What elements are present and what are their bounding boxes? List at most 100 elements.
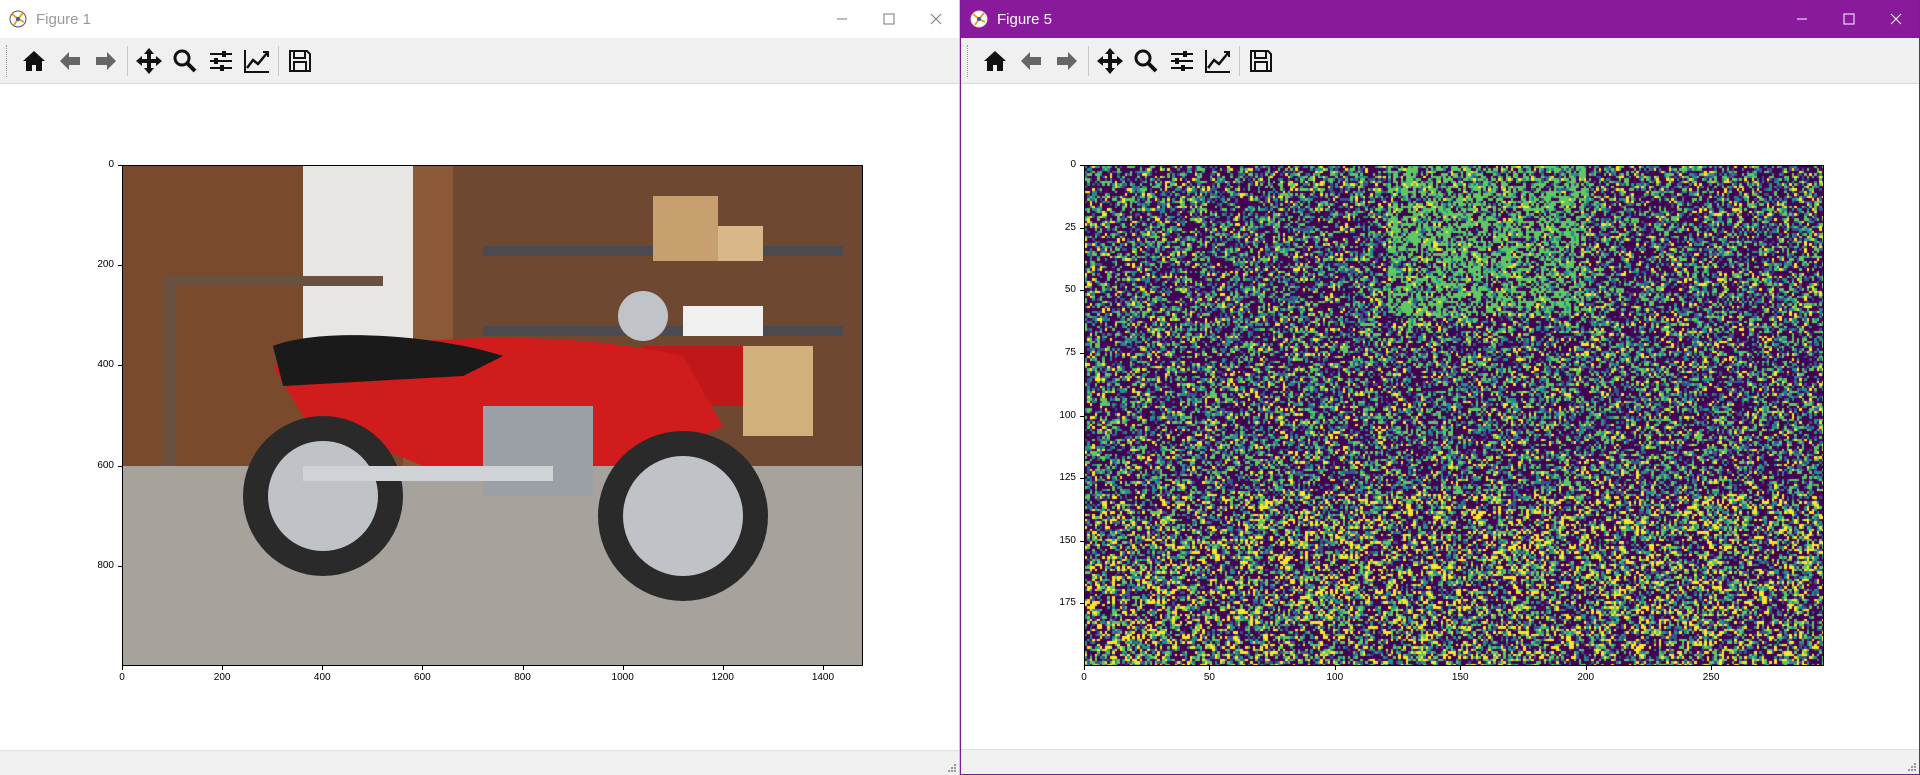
forward-button[interactable] (88, 43, 124, 79)
x-tick-mark (222, 666, 224, 670)
resize-grip-icon[interactable] (946, 762, 956, 772)
y-tick-label: 800 (97, 559, 114, 571)
figure-5-window: Figure 5 0 25 50 75 100 125 150 175 0 50… (960, 0, 1920, 775)
y-tick-label: 125 (1059, 472, 1076, 484)
configure-subplots-icon (210, 50, 232, 71)
x-tick-label: 1400 (811, 672, 835, 683)
edit-axis-button[interactable] (239, 43, 275, 79)
back-arrow-icon (1021, 51, 1041, 70)
home-button[interactable] (977, 43, 1013, 79)
edge-heatmap-image (1085, 166, 1823, 665)
pan-button[interactable] (1092, 43, 1128, 79)
window-title: Figure 5 (997, 10, 1053, 28)
y-tick-label: 100 (1059, 409, 1076, 421)
toolbar-grip[interactable] (6, 44, 10, 77)
home-icon (984, 50, 1006, 71)
figure-1-titlebar[interactable]: Figure 1 (0, 0, 959, 38)
y-tick-label: 600 (97, 459, 114, 471)
toolbar-grip[interactable] (967, 44, 971, 77)
y-tick-label: 150 (1059, 534, 1076, 546)
back-button[interactable] (1013, 43, 1049, 79)
x-tick-mark (722, 666, 724, 670)
forward-arrow-icon (1057, 51, 1077, 70)
minimize-button[interactable] (818, 0, 865, 38)
y-tick-label: 75 (1064, 346, 1076, 358)
x-tick-label: 50 (1203, 672, 1215, 683)
save-button[interactable] (1243, 43, 1279, 79)
edit-axis-icon (1205, 49, 1230, 73)
resize-grip-icon[interactable] (1906, 761, 1916, 771)
maximize-button[interactable] (1825, 0, 1872, 38)
figure-canvas[interactable]: 0 25 50 75 100 125 150 175 0 50 100 150 200 250 (961, 84, 1919, 750)
figure-5-titlebar[interactable]: Figure 5 (961, 0, 1919, 38)
maximize-button[interactable] (865, 0, 912, 38)
x-tick-mark (122, 666, 123, 670)
close-button[interactable] (912, 0, 959, 38)
x-tick-mark (1585, 666, 1587, 670)
y-tick-mark (1080, 478, 1084, 480)
y-tick-label: 200 (97, 259, 114, 271)
minimize-icon (836, 18, 847, 20)
x-tick-label: 250 (1702, 672, 1720, 683)
configure-subplots-button[interactable] (1164, 43, 1200, 79)
back-button[interactable] (52, 43, 88, 79)
toolbar-separator (1088, 45, 1089, 76)
zoom-icon (1134, 49, 1158, 72)
zoom-button[interactable] (167, 43, 203, 79)
x-tick-mark (1711, 666, 1713, 670)
y-tick-label: 400 (97, 359, 114, 371)
figure-canvas[interactable]: 0 200 400 600 800 0 200 400 600 800 1000 1200 1400 (0, 84, 959, 751)
minimize-button[interactable] (1778, 0, 1825, 38)
pan-button[interactable] (131, 43, 167, 79)
x-tick-label: 200 (1577, 672, 1595, 683)
heatmap-axes (1084, 165, 1824, 666)
x-tick-mark (1209, 666, 1211, 670)
edit-axis-button[interactable] (1200, 43, 1236, 79)
close-icon (1890, 13, 1901, 25)
y-tick-mark (118, 565, 122, 567)
configure-subplots-button[interactable] (203, 43, 239, 79)
y-tick-label: 0 (1070, 159, 1076, 170)
minimize-icon (1796, 18, 1807, 20)
toolbar-separator (1239, 45, 1240, 76)
x-tick-label: 600 (414, 672, 431, 683)
x-tick-label: 0 (1081, 672, 1087, 683)
save-button[interactable] (282, 43, 318, 79)
status-bar (961, 749, 1919, 774)
forward-arrow-icon (96, 51, 116, 70)
navigation-toolbar (0, 38, 959, 84)
zoom-button[interactable] (1128, 43, 1164, 79)
matplotlib-app-icon (8, 9, 28, 29)
motorcycle-image (123, 166, 862, 665)
maximize-icon (1843, 13, 1854, 25)
y-tick-label: 50 (1064, 284, 1076, 296)
x-tick-mark (422, 666, 424, 670)
x-tick-label: 150 (1451, 672, 1469, 683)
x-tick-mark (622, 666, 624, 670)
pan-icon (1097, 47, 1123, 74)
y-tick-mark (118, 365, 122, 367)
x-tick-mark (522, 666, 524, 670)
configure-subplots-icon (1171, 50, 1193, 71)
x-tick-label: 400 (313, 672, 331, 683)
y-tick-mark (1080, 603, 1084, 605)
y-tick-mark (118, 465, 122, 467)
save-icon (289, 49, 311, 72)
x-tick-mark (1084, 666, 1085, 670)
toolbar-separator (127, 45, 128, 76)
y-tick-label: 25 (1064, 221, 1076, 233)
close-button[interactable] (1872, 0, 1919, 38)
x-tick-label: 200 (213, 672, 231, 683)
x-tick-mark (1334, 666, 1336, 670)
zoom-icon (173, 49, 197, 72)
home-icon (23, 50, 45, 71)
figure-1-window: Figure 1 0 200 400 600 800 0 200 400 600… (0, 0, 960, 775)
edit-axis-icon (244, 49, 269, 73)
forward-button[interactable] (1049, 43, 1085, 79)
y-tick-mark (118, 165, 122, 166)
home-button[interactable] (16, 43, 52, 79)
navigation-toolbar (961, 38, 1919, 84)
x-tick-label: 1200 (711, 672, 734, 683)
status-bar (0, 750, 959, 775)
y-tick-mark (1080, 352, 1084, 354)
